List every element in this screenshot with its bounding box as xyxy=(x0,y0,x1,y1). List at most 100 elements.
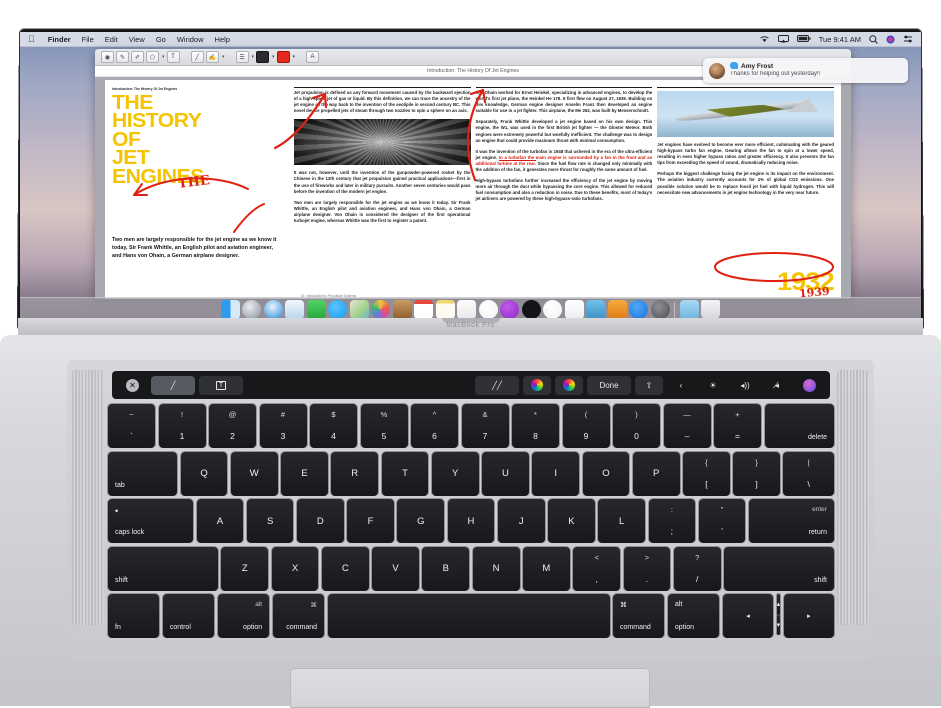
podcasts-icon[interactable] xyxy=(500,299,520,319)
messages-icon[interactable] xyxy=(328,299,348,319)
key-tab[interactable]: tab xyxy=(108,451,178,496)
key-e[interactable]: E xyxy=(281,451,328,496)
keynote-icon[interactable] xyxy=(586,299,606,319)
finder-icon[interactable] xyxy=(220,299,240,319)
key-h[interactable]: H xyxy=(447,499,495,543)
line-style-icon[interactable]: ☰ xyxy=(235,51,249,63)
key-b[interactable]: B xyxy=(422,546,470,591)
preview-app-window[interactable]: ◉ ✎ ✐ ⬠ ▾ T ╱ ✍ ▾ ☰ ▾ ▾ ▾ A Introduction: T… xyxy=(95,49,851,299)
key-i[interactable]: I xyxy=(532,451,580,496)
key-f[interactable]: F xyxy=(347,499,394,543)
menu-item-window[interactable]: Window xyxy=(177,35,204,44)
key-t[interactable]: T xyxy=(381,451,429,496)
key-command-right[interactable]: ⌘ command xyxy=(613,594,665,638)
battery-icon[interactable] xyxy=(796,35,811,43)
fill-color-swatch[interactable] xyxy=(276,51,290,63)
key-arrow-down[interactable]: ▾ xyxy=(776,614,781,635)
key-6[interactable]: ^ 6 xyxy=(411,404,458,448)
brightness-icon[interactable]: ☀ xyxy=(699,376,727,395)
key-u[interactable]: U xyxy=(482,451,529,496)
menu-item-view[interactable]: View xyxy=(129,35,145,44)
brush-icon[interactable]: ✐ xyxy=(131,51,144,63)
key-z[interactable]: Z xyxy=(221,546,269,591)
touchbar-done-button[interactable]: Done xyxy=(587,375,631,395)
photos-icon[interactable] xyxy=(371,299,391,319)
key-1[interactable]: ! 1 xyxy=(158,404,206,448)
key-shift-left[interactable]: shift xyxy=(108,546,218,591)
key-c[interactable]: C xyxy=(321,546,369,591)
music-icon[interactable] xyxy=(478,299,498,319)
border-chevron-down-icon[interactable]: ▾ xyxy=(272,54,275,60)
key-bracket-left[interactable]: {[ xyxy=(683,451,730,496)
key-g[interactable]: G xyxy=(397,499,445,543)
apple-menu-icon[interactable]:  xyxy=(28,34,35,44)
key-8[interactable]: * 8 xyxy=(512,404,559,448)
key-arrow-left[interactable]: ◂ xyxy=(722,594,774,638)
touchbar-markup-pen-button[interactable]: ╱ xyxy=(151,375,195,395)
key-period[interactable]: >. xyxy=(623,546,671,591)
key-v[interactable]: V xyxy=(372,546,419,591)
document-page[interactable]: Introduction: The History Of Jet Engines… xyxy=(105,80,841,299)
menu-item-go[interactable]: Go xyxy=(156,35,166,44)
key-2[interactable]: @2 xyxy=(209,404,256,448)
key-bracket-right[interactable]: }] xyxy=(733,451,780,496)
key-semicolon[interactable]: :; xyxy=(648,499,696,543)
sign-chevron-down-icon[interactable]: ▾ xyxy=(222,54,225,60)
document-icon[interactable] xyxy=(679,299,699,319)
menu-item-file[interactable]: File xyxy=(82,35,94,44)
key-slash[interactable]: ? / xyxy=(673,546,721,591)
line-style-chevron-down-icon[interactable]: ▾ xyxy=(252,54,255,60)
volume-icon[interactable]: ◂)) xyxy=(731,376,759,395)
app-store-icon[interactable] xyxy=(629,299,649,319)
keyboard[interactable]: ~ ` ! 1 @2 #3 $4 % 5 ^ 6 & 7 * 8 (9 ) 0 — – + = d… xyxy=(108,404,835,642)
text-box-icon[interactable]: T xyxy=(166,51,180,63)
key-j[interactable]: J xyxy=(497,499,545,543)
key-p[interactable]: P xyxy=(632,451,680,496)
mute-icon[interactable]: ◂̸ xyxy=(763,376,791,395)
trackpad[interactable] xyxy=(290,668,650,708)
shapes-icon[interactable]: ⬠ xyxy=(146,51,159,63)
contacts-icon[interactable] xyxy=(392,299,412,319)
touch-bar[interactable]: ✕ ╱ T ╱╱ Done ⇧ ‹ ☀ ◂)) ◂̸ xyxy=(112,371,830,399)
key-space[interactable] xyxy=(327,594,610,638)
macos-menu-bar[interactable]:  Finder File Edit View Go Window Help T… xyxy=(20,32,921,47)
key-command-left[interactable]: ⌘ command xyxy=(272,594,324,638)
key-a[interactable]: A xyxy=(196,499,244,543)
maps-icon[interactable] xyxy=(349,299,369,319)
wifi-icon[interactable] xyxy=(759,35,770,43)
key-q[interactable]: Q xyxy=(180,451,228,496)
share-icon[interactable]: ⇧ xyxy=(635,375,663,395)
search-icon[interactable] xyxy=(869,34,878,44)
macos-dock[interactable] xyxy=(20,297,921,320)
control-center-icon[interactable] xyxy=(903,35,913,43)
close-icon[interactable]: ✕ xyxy=(118,376,147,395)
key-control[interactable]: control xyxy=(162,594,215,638)
touchbar-color-wheel-button[interactable] xyxy=(523,375,551,395)
safari-icon[interactable] xyxy=(263,299,283,319)
menu-item-edit[interactable]: Edit xyxy=(105,35,118,44)
key-return[interactable]: enter return xyxy=(748,499,834,543)
menu-item-finder[interactable]: Finder xyxy=(48,35,71,44)
reminders-icon[interactable] xyxy=(457,299,477,319)
key-s[interactable]: S xyxy=(246,499,294,543)
calendar-icon[interactable] xyxy=(414,299,434,319)
key-shift-right[interactable]: shift xyxy=(724,546,834,591)
siri-icon[interactable] xyxy=(795,376,824,395)
key-d[interactable]: D xyxy=(296,499,344,543)
news-icon[interactable] xyxy=(543,299,563,319)
numbers-icon[interactable] xyxy=(564,299,584,319)
key-x[interactable]: X xyxy=(271,546,319,591)
touchbar-line-style-button[interactable]: ╱╱ xyxy=(475,375,519,395)
font-icon[interactable]: A xyxy=(306,51,320,63)
key-k[interactable]: K xyxy=(548,499,595,543)
key-comma[interactable]: <, xyxy=(573,546,621,591)
key-equals[interactable]: + = xyxy=(714,404,761,448)
key-n[interactable]: N xyxy=(472,546,520,591)
key-backtick[interactable]: ~ ` xyxy=(108,404,155,448)
system-preferences-icon[interactable] xyxy=(650,299,670,319)
key-3[interactable]: #3 xyxy=(259,404,307,448)
pencil-icon[interactable]: ╱ xyxy=(190,51,204,63)
key-quote[interactable]: ”’ xyxy=(698,499,746,543)
touchbar-text-tool-button[interactable]: T xyxy=(199,375,243,395)
key-9[interactable]: (9 xyxy=(562,404,610,448)
